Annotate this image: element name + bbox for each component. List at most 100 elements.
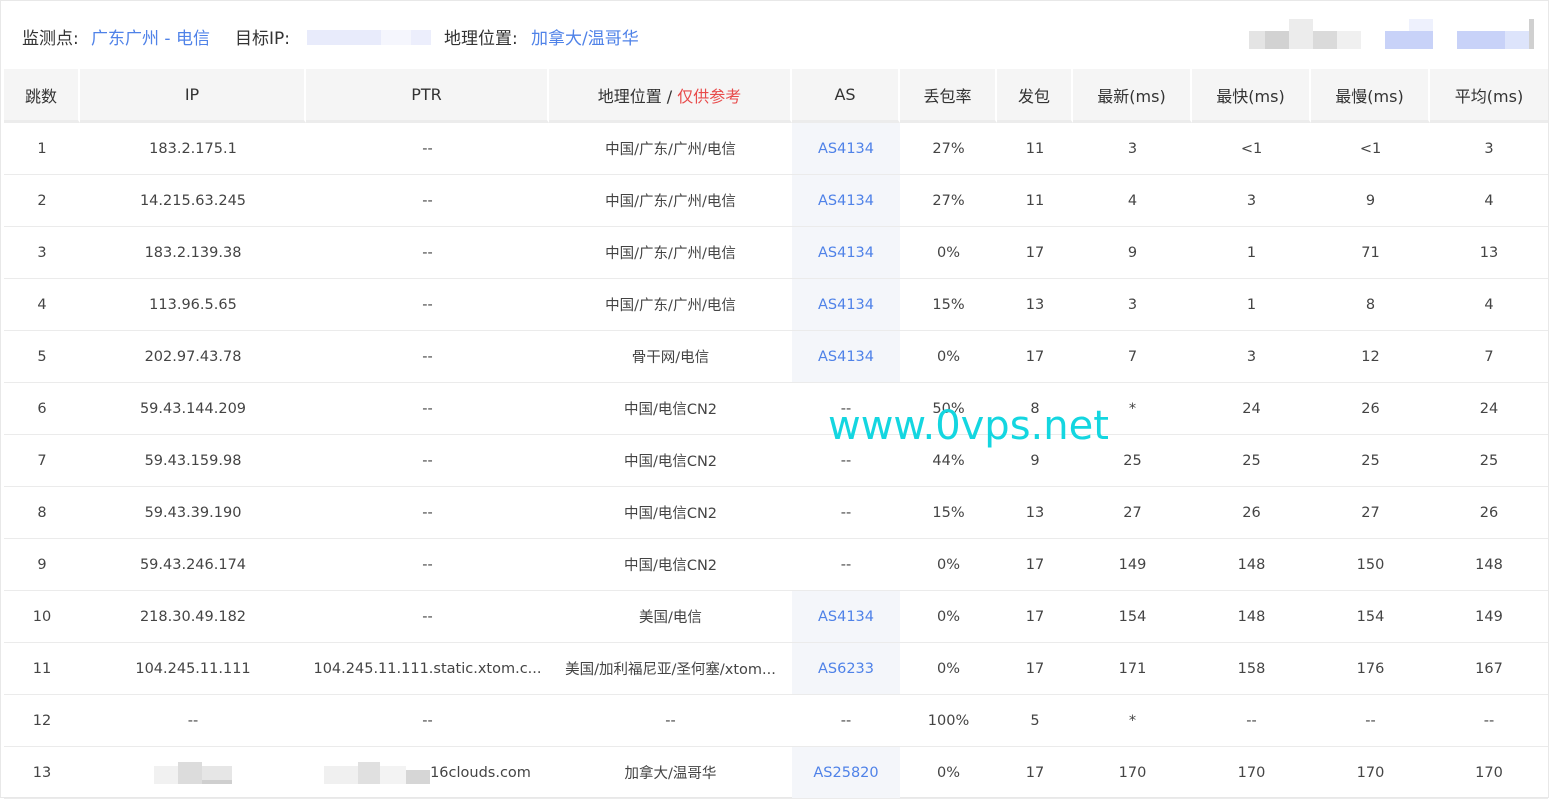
cell-sent: 11 (997, 175, 1073, 227)
cell-geo: 中国/电信CN2 (549, 487, 792, 539)
trace-panel: 监测点: 广东广州 - 电信 目标IP: 地理位置: 加拿大/温哥华 跳数 IP… (0, 0, 1549, 799)
cell-hop: 11 (4, 643, 80, 695)
cell-avg: 149 (1430, 591, 1548, 643)
cell-worst: 9 (1311, 175, 1430, 227)
cell-sent: 13 (997, 487, 1073, 539)
cell-best: 3 (1192, 331, 1311, 383)
cell-best: 148 (1192, 539, 1311, 591)
as-link[interactable]: AS4134 (818, 193, 874, 209)
cell-sent: 11 (997, 123, 1073, 175)
cell-best: 170 (1192, 747, 1311, 799)
col-header-as: AS (792, 69, 900, 123)
col-header-sent: 发包 (997, 69, 1073, 123)
col-header-best: 最快(ms) (1192, 69, 1311, 123)
table-row: 12 -- -- -- -- 100% 5 * -- -- -- (4, 695, 1548, 747)
cell-sent: 8 (997, 383, 1073, 435)
cell-geo: 美国/电信 (549, 591, 792, 643)
table-row: 13 16clouds.com 加拿大/温哥华 AS25820 0% 17 170 170 17… (4, 747, 1548, 799)
col-header-ptr: PTR (306, 69, 549, 123)
as-link[interactable]: AS4134 (818, 297, 874, 313)
cell-hop: 13 (4, 747, 80, 799)
target-ip-label: 目标IP: (235, 29, 290, 49)
geo-value: 加拿大/温哥华 (531, 29, 639, 49)
cell-last: 170 (1073, 747, 1192, 799)
cell-ptr: -- (306, 123, 549, 175)
cell-as: -- (792, 539, 900, 591)
col-header-geo: 地理位置 / 仅供参考 (549, 69, 792, 123)
table-row: 6 59.43.144.209 -- 中国/电信CN2 -- 50% 8 * 24 26 24 (4, 383, 1548, 435)
cell-avg: 24 (1430, 383, 1548, 435)
cell-best: 24 (1192, 383, 1311, 435)
cell-geo: 中国/电信CN2 (549, 539, 792, 591)
cell-worst: 154 (1311, 591, 1430, 643)
cell-best: <1 (1192, 123, 1311, 175)
as-link[interactable]: AS4134 (818, 349, 874, 365)
col-header-hop: 跳数 (4, 69, 80, 123)
cell-worst: 25 (1311, 435, 1430, 487)
as-link[interactable]: AS4134 (818, 245, 874, 261)
cell-as: AS25820 (792, 747, 900, 799)
table-row: 3 183.2.139.38 -- 中国/广东/广州/电信 AS4134 0% 17 9 1 71… (4, 227, 1548, 279)
cell-avg: 167 (1430, 643, 1548, 695)
cell-sent: 5 (997, 695, 1073, 747)
cell-hop: 12 (4, 695, 80, 747)
cell-worst: 26 (1311, 383, 1430, 435)
cell-ptr: -- (306, 279, 549, 331)
cell-ip: 14.215.63.245 (80, 175, 306, 227)
cell-loss: 0% (900, 643, 997, 695)
table-row: 2 14.215.63.245 -- 中国/广东/广州/电信 AS4134 27% 11 4 3… (4, 175, 1548, 227)
geo-label: 地理位置: (444, 29, 518, 49)
cell-avg: 170 (1430, 747, 1548, 799)
cell-geo: 中国/广东/广州/电信 (549, 175, 792, 227)
cell-loss: 27% (900, 175, 997, 227)
cell-last: 7 (1073, 331, 1192, 383)
cell-hop: 10 (4, 591, 80, 643)
cell-ptr: -- (306, 383, 549, 435)
cell-avg: 4 (1430, 175, 1548, 227)
cell-ip: 104.245.11.111 (80, 643, 306, 695)
cell-ptr: -- (306, 331, 549, 383)
cell-worst: 176 (1311, 643, 1430, 695)
cell-ptr: 16clouds.com (306, 747, 549, 799)
table-row: 8 59.43.39.190 -- 中国/电信CN2 -- 15% 13 27 26 27 26 (4, 487, 1548, 539)
col-header-worst: 最慢(ms) (1311, 69, 1430, 123)
cell-as: AS4134 (792, 279, 900, 331)
cell-loss: 0% (900, 591, 997, 643)
table-row: 11 104.245.11.111 104.245.11.111.static.xt… (4, 643, 1548, 695)
redacted-info (1249, 19, 1534, 49)
cell-last: * (1073, 695, 1192, 747)
cell-last: 4 (1073, 175, 1192, 227)
as-link[interactable]: AS6233 (818, 661, 874, 677)
cell-ip: 59.43.144.209 (80, 383, 306, 435)
table-row: 7 59.43.159.98 -- 中国/电信CN2 -- 44% 9 25 25 25 25 (4, 435, 1548, 487)
as-link[interactable]: AS4134 (818, 609, 874, 625)
as-link[interactable]: AS4134 (818, 141, 874, 157)
cell-geo: 美国/加利福尼亚/圣何塞/xtom... (549, 643, 792, 695)
cell-ip: 202.97.43.78 (80, 331, 306, 383)
cell-loss: 0% (900, 747, 997, 799)
cell-ip: 183.2.175.1 (80, 123, 306, 175)
cell-hop: 6 (4, 383, 80, 435)
trace-table: 跳数 IP PTR 地理位置 / 仅供参考 AS 丢包率 发包 最新(ms) 最… (4, 69, 1548, 799)
cell-worst: 12 (1311, 331, 1430, 383)
monitor-value: 广东广州 - 电信 (91, 29, 210, 49)
cell-best: -- (1192, 695, 1311, 747)
cell-avg: 4 (1430, 279, 1548, 331)
cell-hop: 9 (4, 539, 80, 591)
cell-as: AS4134 (792, 591, 900, 643)
cell-hop: 1 (4, 123, 80, 175)
cell-ptr: -- (306, 227, 549, 279)
ptr-redacted (324, 761, 431, 784)
cell-hop: 5 (4, 331, 80, 383)
cell-last: 3 (1073, 123, 1192, 175)
cell-best: 1 (1192, 227, 1311, 279)
table-row: 5 202.97.43.78 -- 骨干网/电信 AS4134 0% 17 7 3 12 7 (4, 331, 1548, 383)
cell-geo: 中国/广东/广州/电信 (549, 227, 792, 279)
cell-hop: 4 (4, 279, 80, 331)
cell-ptr: -- (306, 695, 549, 747)
col-header-geo-note: 仅供参考 (677, 86, 742, 106)
cell-as: AS4134 (792, 227, 900, 279)
as-link[interactable]: AS25820 (813, 765, 878, 781)
cell-sent: 17 (997, 591, 1073, 643)
cell-sent: 13 (997, 279, 1073, 331)
